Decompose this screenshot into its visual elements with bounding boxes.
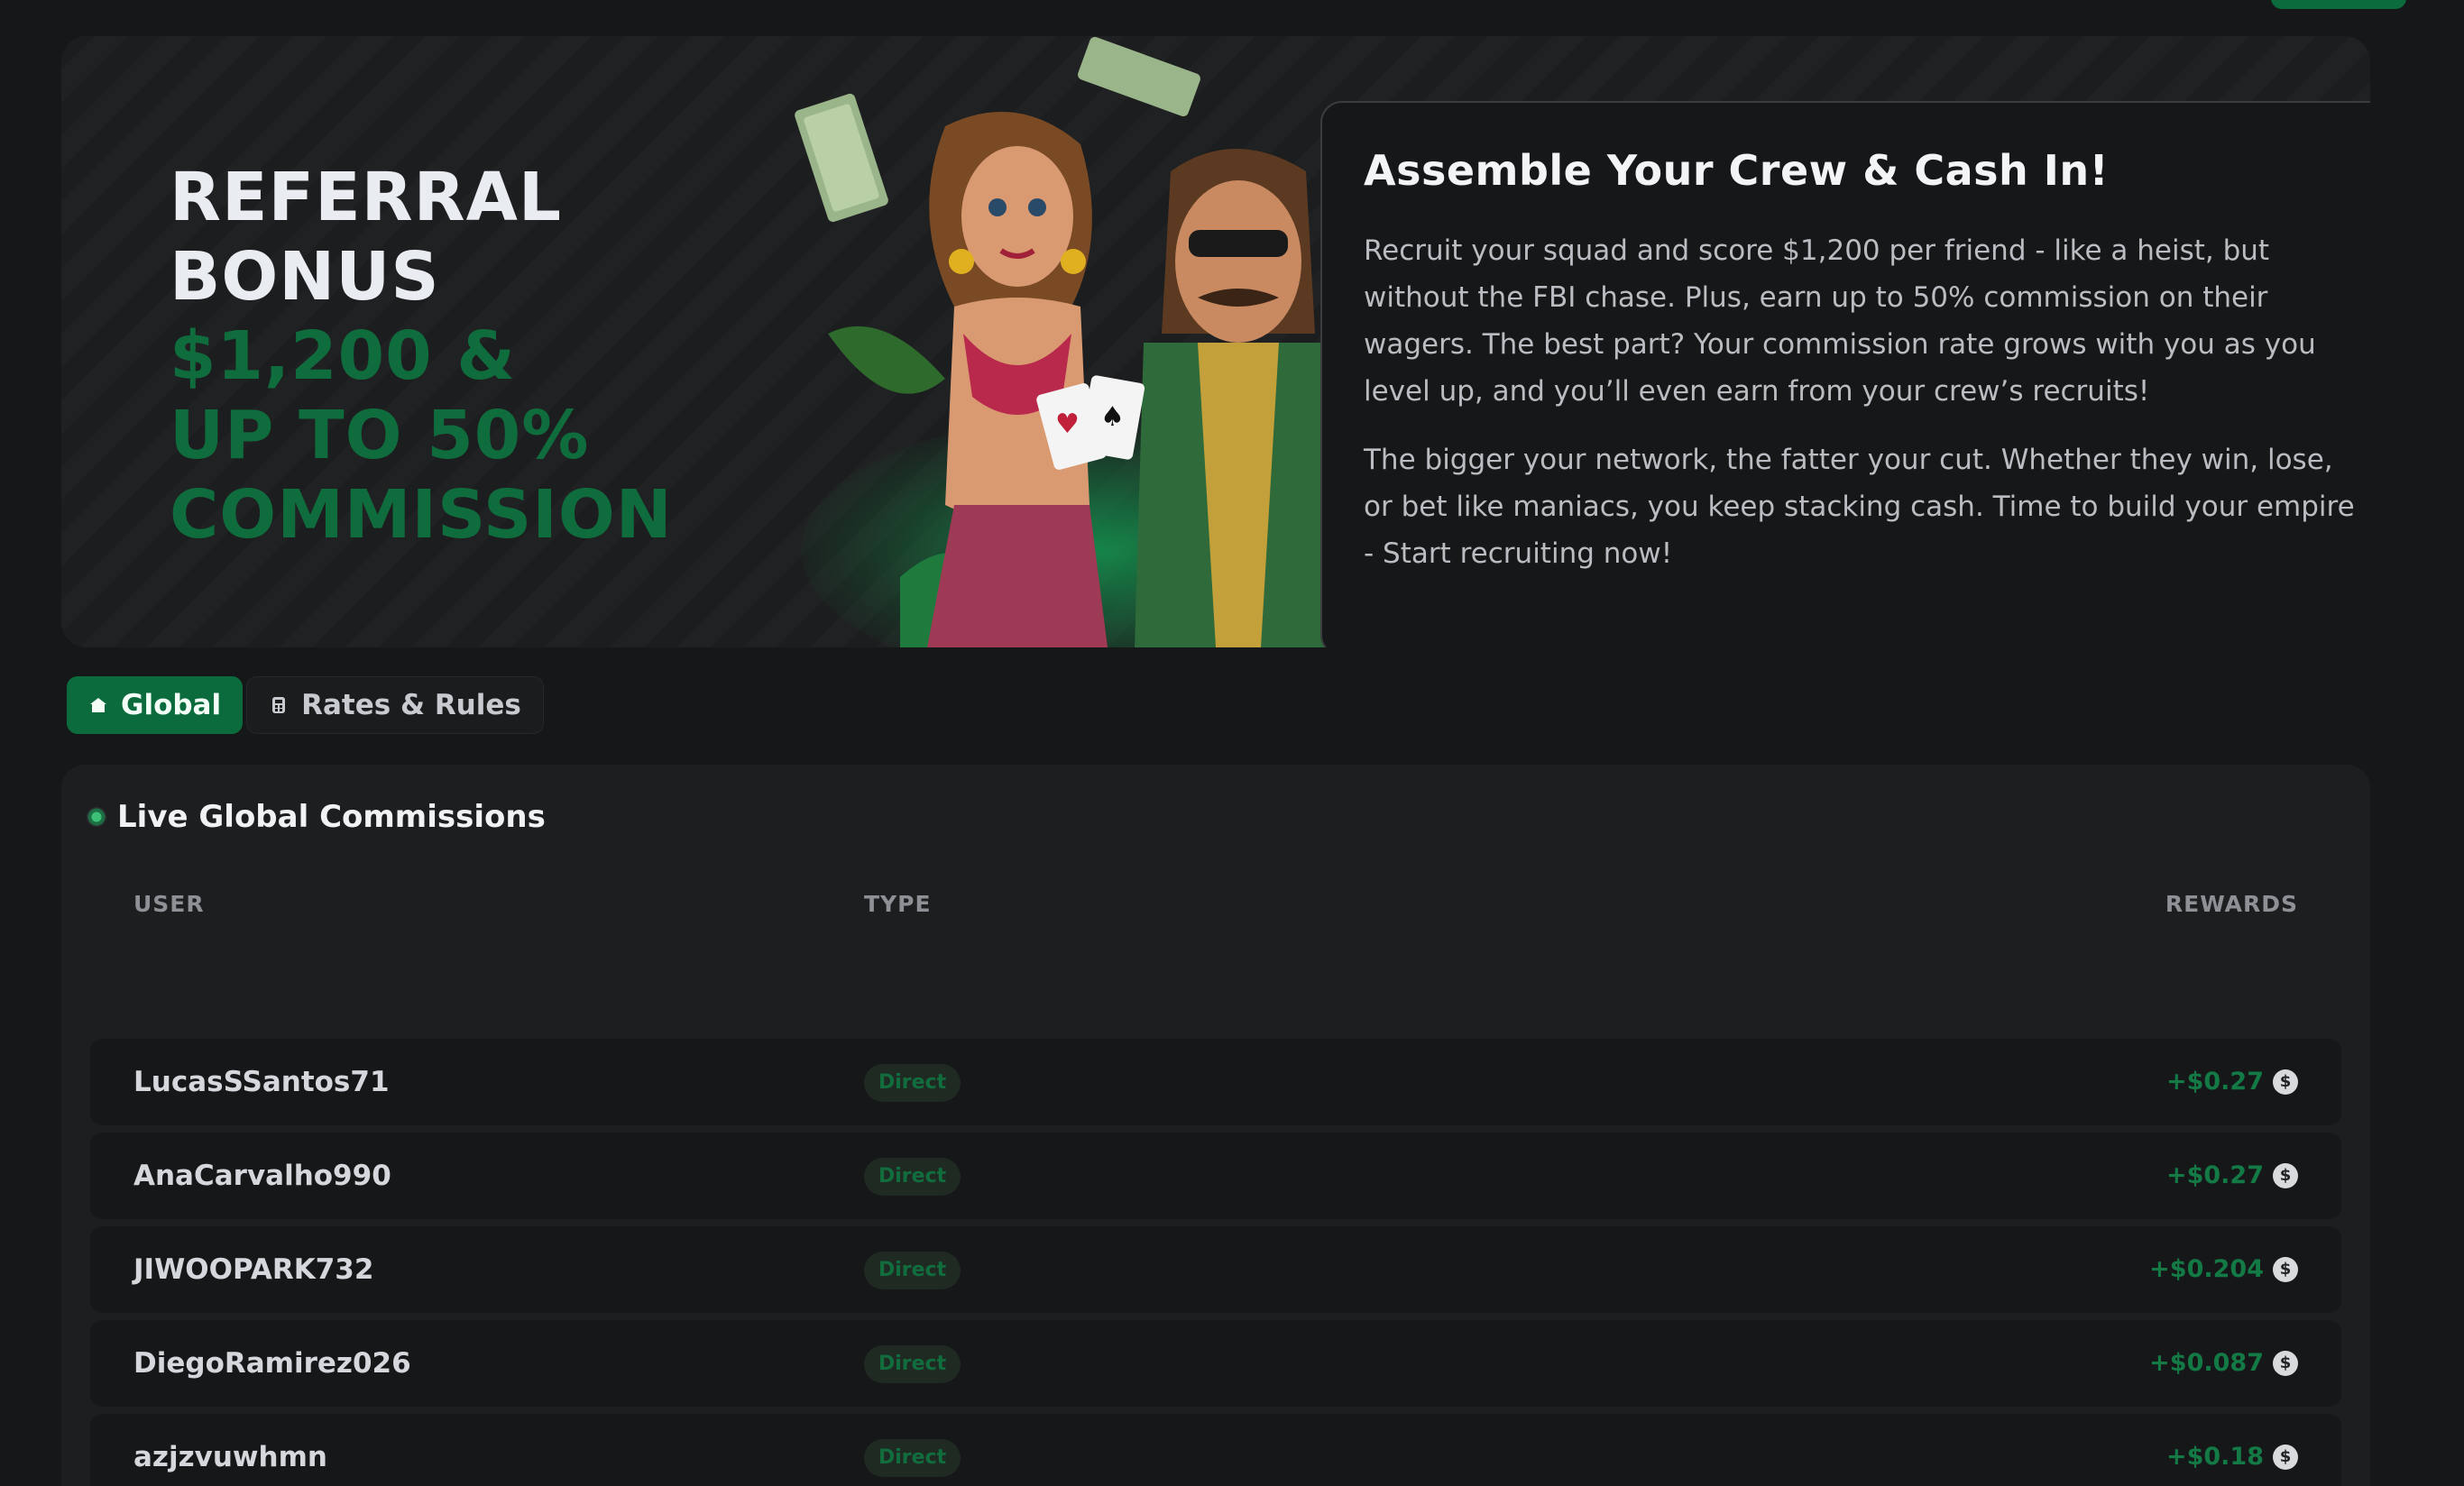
hero-highlight-line: COMMISSION <box>170 476 673 554</box>
row-reward: +$0.27 $ <box>2166 1039 2298 1125</box>
row-username: AnaCarvalho990 <box>133 1160 391 1192</box>
row-reward: +$0.27 $ <box>2166 1133 2298 1219</box>
hero-title: REFERRAL BONUS $1,200 & UP TO 50% COMMIS… <box>170 158 673 555</box>
calculator-icon <box>272 697 286 713</box>
reward-amount: +$0.204 <box>2149 1255 2264 1283</box>
row-type-badge: Direct <box>864 1064 961 1102</box>
dollar-coin-icon: $ <box>2273 1163 2298 1188</box>
table-row: azjzvuwhmn Direct +$0.18 $ <box>90 1414 2341 1486</box>
dollar-coin-icon: $ <box>2273 1257 2298 1282</box>
live-indicator-icon <box>87 807 106 827</box>
row-type-badge: Direct <box>864 1158 961 1196</box>
row-username: azjzvuwhmn <box>133 1441 327 1473</box>
hero-highlight-line: $1,200 & <box>170 317 516 395</box>
tab-label: Rates & Rules <box>301 689 521 721</box>
table-row: JIWOOPARK732 Direct +$0.204 $ <box>90 1226 2341 1313</box>
money-bill-icon <box>1078 36 1200 117</box>
table-row: LucasSSantos71 Direct +$0.27 $ <box>90 1039 2341 1125</box>
svg-text:♠: ♠ <box>1100 401 1125 433</box>
row-reward: +$0.204 $ <box>2149 1226 2298 1313</box>
panel-title: Live Global Commissions <box>117 799 546 835</box>
hero-title-line: BONUS <box>170 238 440 316</box>
referral-page: REFERRAL BONUS $1,200 & UP TO 50% COMMIS… <box>0 0 2464 1486</box>
reward-amount: +$0.087 <box>2149 1349 2264 1377</box>
hero-title-line: REFERRAL <box>170 159 563 236</box>
hero-info-card: Assemble Your Crew & Cash In! Recruit yo… <box>1320 101 2370 647</box>
tab-global[interactable]: Global <box>67 676 244 734</box>
svg-text:♥: ♥ <box>1055 408 1080 440</box>
table-row: AnaCarvalho990 Direct +$0.27 $ <box>90 1133 2341 1219</box>
row-reward: +$0.18 $ <box>2166 1414 2298 1486</box>
hero-characters-illustration: ♥ ♠ <box>795 36 1360 647</box>
reward-amount: +$0.18 <box>2165 1443 2264 1471</box>
dollar-coin-icon: $ <box>2273 1069 2298 1095</box>
reward-amount: +$0.27 <box>2165 1161 2264 1189</box>
money-bill-icon <box>795 93 888 223</box>
column-header-type: TYPE <box>864 891 932 917</box>
info-card-paragraph: The bigger your network, the fatter your… <box>1364 444 2355 570</box>
tab-label: Global <box>121 689 222 721</box>
column-header-user: USER <box>133 891 205 917</box>
row-type-badge: Direct <box>864 1345 961 1383</box>
row-username: DiegoRamirez026 <box>133 1347 411 1380</box>
commission-rows: LucasSSantos71 Direct +$0.27 $ AnaCarval… <box>90 1039 2341 1486</box>
row-reward: +$0.087 $ <box>2149 1320 2298 1407</box>
woman-character <box>927 112 1108 647</box>
hero-highlight-line: UP TO 50% <box>170 397 590 474</box>
header-button-edge[interactable] <box>2271 0 2406 9</box>
table-row: DiegoRamirez026 Direct +$0.087 $ <box>90 1320 2341 1407</box>
dollar-coin-icon: $ <box>2273 1351 2298 1376</box>
live-commissions-panel: Live Global Commissions USER TYPE REWARD… <box>61 765 2370 1486</box>
table-header: USER TYPE REWARDS <box>133 891 2298 918</box>
info-card-paragraph: Recruit your squad and score $1,200 per … <box>1364 234 2316 408</box>
referral-hero-banner: REFERRAL BONUS $1,200 & UP TO 50% COMMIS… <box>61 36 2370 647</box>
home-icon <box>90 698 106 712</box>
column-header-rewards: REWARDS <box>2165 891 2298 917</box>
info-card-title: Assemble Your Crew & Cash In! <box>1364 146 2110 195</box>
tab-rates-rules[interactable]: Rates & Rules <box>246 676 544 734</box>
row-type-badge: Direct <box>864 1439 961 1477</box>
row-username: JIWOOPARK732 <box>133 1253 374 1286</box>
dollar-coin-icon: $ <box>2273 1445 2298 1470</box>
panel-header: Live Global Commissions <box>87 799 546 835</box>
row-type-badge: Direct <box>864 1252 961 1289</box>
referral-tabs: Global Rates & Rules <box>67 676 544 734</box>
row-username: LucasSSantos71 <box>133 1066 390 1098</box>
reward-amount: +$0.27 <box>2165 1068 2264 1096</box>
